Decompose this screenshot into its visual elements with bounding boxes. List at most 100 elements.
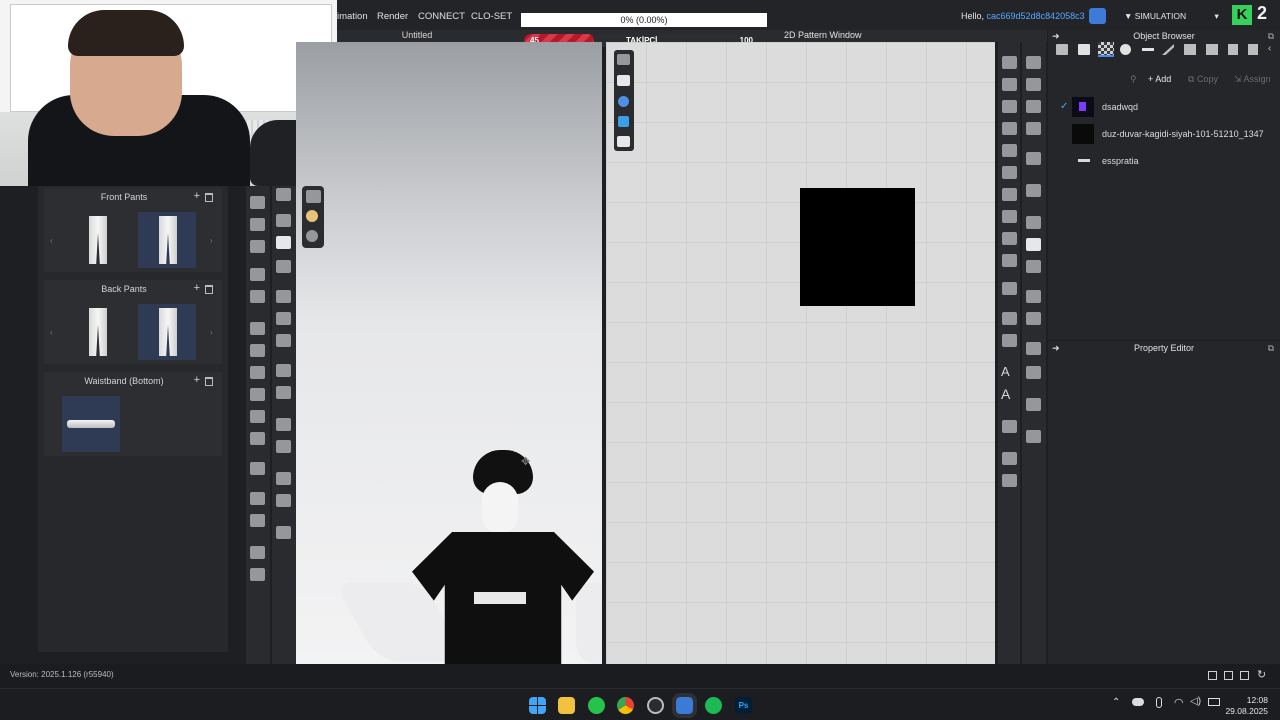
tool-icon[interactable] [250,218,265,231]
tool-icon[interactable] [1002,144,1017,157]
layout-icon[interactable] [1240,671,1249,680]
text-icon[interactable]: A [1001,386,1010,402]
copy-button[interactable]: ⧉ Copy [1188,74,1218,85]
app-icon[interactable] [647,697,664,714]
tool-icon[interactable] [250,344,265,357]
file-explorer-icon[interactable] [558,697,575,714]
thumb-front-pants-1[interactable] [68,212,126,268]
zipper-icon[interactable] [1142,48,1154,51]
topstitch-icon[interactable] [1162,44,1174,55]
refresh-icon[interactable]: ↻ [1257,668,1266,681]
tool-icon[interactable] [250,290,265,303]
user-id[interactable]: cac669d52d8c842058c3 [987,11,1085,21]
tool-icon[interactable] [250,568,265,581]
tool-icon[interactable] [1026,398,1041,411]
window-2d[interactable] [606,42,995,664]
tool-icon[interactable] [276,214,291,227]
tool-icon[interactable] [276,472,291,485]
delete-icon[interactable] [205,193,213,202]
tool-icon[interactable] [250,410,265,423]
avatar-icon[interactable] [1248,44,1258,55]
delete-icon[interactable] [205,377,213,386]
tool-icon[interactable] [276,260,291,273]
clo-app-icon[interactable] [672,693,697,718]
tool-icon[interactable] [1002,78,1017,91]
add-icon[interactable]: + [194,374,200,386]
object-item[interactable]: ✓ dsadwqd [1048,95,1280,119]
tool-icon[interactable] [1026,342,1041,355]
tool-icon[interactable] [250,388,265,401]
tool-icon[interactable] [1002,122,1017,135]
thumb-front-pants-2[interactable] [138,212,196,268]
popout-icon[interactable]: ⧉ [1268,31,1274,42]
chevron-right-icon[interactable]: › [210,328,213,337]
tool-icon[interactable] [1002,420,1017,433]
tool-icon[interactable] [250,462,265,475]
thumb-back-pants-1[interactable] [68,304,126,360]
tool-icon[interactable] [1026,152,1041,165]
tool-icon[interactable] [1002,312,1017,325]
tool-icon[interactable] [250,366,265,379]
tool-icon[interactable] [1026,184,1041,197]
brush-icon[interactable] [618,116,629,127]
tool-icon[interactable] [250,432,265,445]
tool-icon[interactable] [250,546,265,559]
tshirt-icon[interactable] [1026,238,1041,251]
pattern-piece[interactable] [800,188,915,306]
user-greeting[interactable]: Hello, cac669d52d8c842058c3 [961,11,1085,21]
tool-icon[interactable] [276,494,291,507]
tool-icon[interactable] [250,240,265,253]
add-icon[interactable]: + [194,282,200,294]
clo-set-icon[interactable] [1089,8,1106,24]
tool-icon[interactable] [1026,290,1041,303]
tool-icon[interactable] [1026,366,1041,379]
menu-render[interactable]: Render [377,11,408,22]
tshirt-icon[interactable] [617,136,630,147]
list-icon[interactable] [1056,44,1068,55]
tool-icon[interactable] [276,334,291,347]
thumb-waistband-1[interactable] [62,396,120,452]
puckering-icon[interactable] [1184,44,1196,55]
tool-icon[interactable] [276,418,291,431]
tool-icon[interactable] [250,514,265,527]
menu-clo-set[interactable]: CLO-SET [471,11,512,22]
tool-icon[interactable] [1026,430,1041,443]
tool-icon[interactable] [1002,56,1017,69]
cloud-icon[interactable] [1132,698,1144,706]
info-icon[interactable] [618,96,629,107]
tool-icon[interactable] [1026,216,1041,229]
tool-icon[interactable] [1002,254,1017,267]
trim-icon[interactable] [1206,44,1218,55]
tool-icon[interactable] [1002,210,1017,223]
menu-animation[interactable]: imation [337,11,368,22]
tool-icon[interactable] [1002,474,1017,487]
tool-icon[interactable] [1002,188,1017,201]
tool-icon[interactable] [250,268,265,281]
pen-icon[interactable] [617,54,630,65]
viewport-3d[interactable]: ✥ [296,42,602,664]
object-item[interactable]: duz-duvar-kagidi-siyah-101-51210_1347 [1048,122,1280,146]
system-clock[interactable]: 12:08 29.08.2025 [1225,695,1268,717]
fabric-icon[interactable] [1098,42,1114,57]
tool-icon[interactable] [250,492,265,505]
tool-icon[interactable] [1026,260,1041,273]
tshirt-icon[interactable] [617,75,630,86]
tool-icon[interactable] [1002,166,1017,179]
spotify-icon[interactable] [705,697,722,714]
menu-connect[interactable]: CONNECT [418,11,465,22]
popout-icon[interactable]: ⧉ [1268,343,1274,354]
battery-icon[interactable] [1208,698,1220,706]
tool-icon[interactable] [276,526,291,539]
tool-icon[interactable] [276,290,291,303]
layout-icon[interactable] [1208,671,1217,680]
thumb-back-pants-2[interactable] [138,304,196,360]
chevron-up-icon[interactable]: ⌃ [1112,697,1120,708]
tool-icon[interactable] [250,322,265,335]
tool-icon[interactable] [1026,312,1041,325]
tool-icon[interactable] [1026,56,1041,69]
tool-icon[interactable] [1026,78,1041,91]
chrome-icon[interactable] [617,697,634,714]
tool-icon[interactable] [1002,100,1017,113]
tool-icon[interactable] [276,440,291,453]
chevron-right-icon[interactable]: › [210,236,213,245]
